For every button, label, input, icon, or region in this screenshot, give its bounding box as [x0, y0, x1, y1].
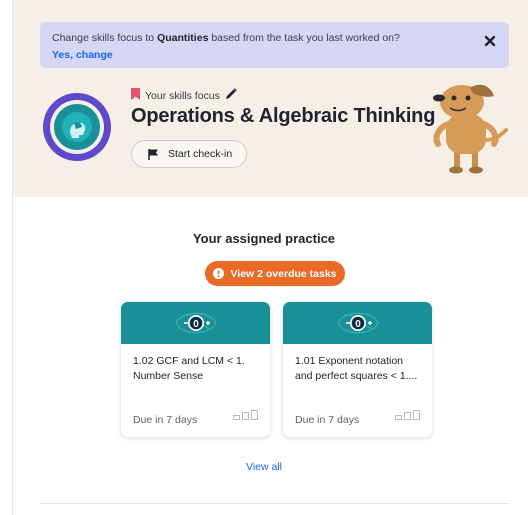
flag-icon [148, 148, 159, 160]
start-check-in-button[interactable]: Start check-in [131, 140, 247, 168]
bookmark-icon [131, 87, 140, 105]
skills-focus-label: Your skills focus [145, 90, 220, 102]
view-all-link[interactable]: View all [0, 461, 528, 473]
close-icon[interactable] [483, 34, 497, 48]
pencil-icon[interactable] [225, 87, 237, 105]
skill-focus-title: Operations & Algebraic Thinking [131, 105, 436, 127]
card-due-date: Due in 7 days [295, 414, 360, 426]
practice-card[interactable]: 0 1.02 GCF and LCM < 1. Number Sense Due… [120, 301, 271, 438]
yes-change-link[interactable]: Yes, change [52, 48, 113, 63]
mastery-icon: 0 [174, 312, 217, 334]
section-divider [40, 503, 509, 504]
mastery-icon: 0 [336, 312, 379, 334]
card-due-date: Due in 7 days [133, 414, 198, 426]
practice-card[interactable]: 0 1.01 Exponent notation and perfect squ… [282, 301, 433, 438]
card-badge: 0 [355, 319, 361, 330]
dog-mascot-illustration [428, 80, 510, 176]
card-title: 1.01 Exponent notation and perfect squar… [295, 355, 418, 382]
skill-bars-icon [395, 407, 421, 425]
card-title: 1.02 GCF and LCM < 1. Number Sense [133, 355, 245, 382]
change-focus-banner: Change skills focus to Quantities based … [40, 22, 509, 68]
card-header: 0 [121, 302, 270, 344]
card-badge: 0 [193, 319, 199, 330]
skills-focus-label-row: Your skills focus [131, 87, 237, 105]
overdue-label: View 2 overdue tasks [230, 267, 337, 280]
alert-icon [213, 268, 225, 279]
banner-message: Change skills focus to Quantities based … [52, 32, 400, 44]
view-overdue-tasks-button[interactable]: View 2 overdue tasks [205, 261, 345, 286]
skill-progress-ring [39, 89, 115, 165]
banner-skill-name: Quantities [157, 32, 209, 44]
skill-bars-icon [233, 407, 259, 425]
assigned-practice-heading: Your assigned practice [192, 231, 336, 246]
card-header: 0 [283, 302, 432, 344]
start-check-in-label: Start check-in [168, 148, 233, 160]
